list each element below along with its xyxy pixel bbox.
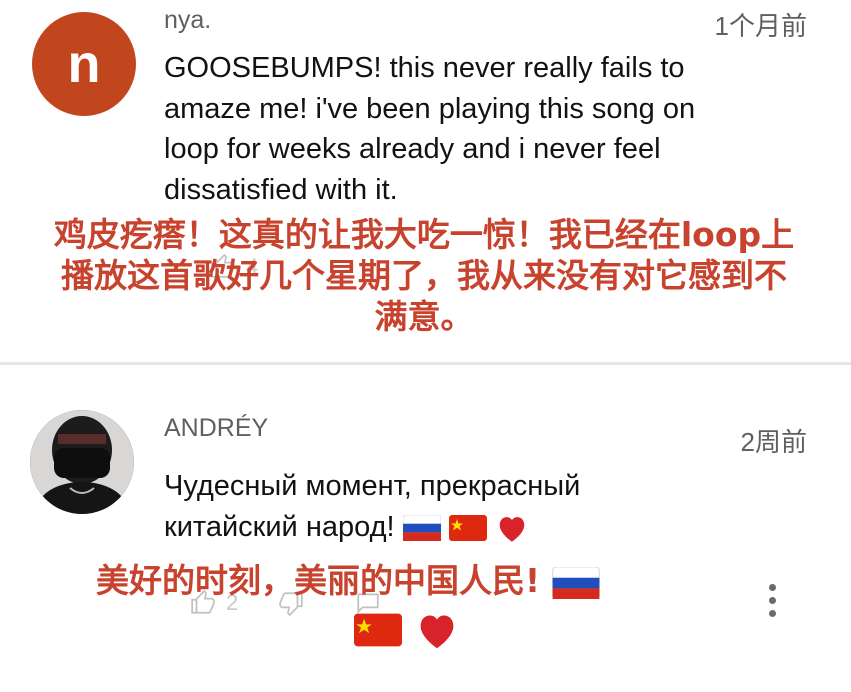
comment-text: GOOSEBUMPS! this never really fails to a… [164, 48, 784, 210]
avatar-letter: n [67, 34, 101, 94]
comment-author[interactable]: nya. [164, 6, 211, 35]
more-dot [768, 584, 776, 591]
comment-time[interactable]: 1个月前 [715, 6, 807, 43]
translation-line: 播放这首歌好几个星期了，我从来没有对它感到不 [61, 256, 787, 295]
comment-text-line: loop for weeks already and i never feel [164, 133, 661, 165]
translation-overlay: 鸡皮疙瘩！这真的让我大吃一惊！我已经在loop上 播放这首歌好几个星期了，我从来… [6, 214, 842, 337]
translation-overlay: 美好的时刻，美丽的中国人民! [96, 560, 756, 650]
more-dot [768, 610, 776, 617]
translation-line-wrap [96, 607, 756, 650]
comment-item: n nya. 1个月前 GOOSEBUMPS! this never reall… [0, 0, 851, 362]
translation-line-wrap: 美好的时刻，美丽的中国人民! [96, 560, 756, 601]
comment-text-line-wrap: китайский народ! [164, 507, 784, 548]
china-flag-icon [354, 613, 402, 646]
comment-text-line: GOOSEBUMPS! this never really fails to [164, 52, 685, 84]
avatar-photo [30, 410, 134, 514]
comment-item: ANDRÉY 2周前 Чудесный момент, прекрасный к… [0, 366, 851, 692]
comment-text-line: dissatisfied with it. [164, 173, 398, 206]
red-heart-icon [420, 614, 453, 648]
comment-text-line: китайский народ! [164, 510, 395, 543]
translation-line: 鸡皮疙瘩！这真的让我大吃一惊！我已经在loop上 [53, 215, 795, 254]
more-dot [768, 597, 776, 604]
comment-text-line: amaze me! i've been playing this song on [164, 92, 696, 125]
translation-line: 满意。 [374, 297, 474, 336]
comment-time[interactable]: 2周前 [741, 422, 807, 459]
comment-author[interactable]: ANDRÉY [164, 414, 268, 443]
comment-divider [0, 362, 851, 365]
translation-line: 美好的时刻，美丽的中国人民! [96, 561, 541, 600]
russia-flag-icon [551, 566, 600, 599]
russia-flag-icon [402, 514, 441, 541]
red-heart-icon [499, 516, 525, 542]
china-flag-icon [448, 514, 487, 541]
avatar[interactable]: n [32, 12, 136, 116]
comment-text: Чудесный момент, прекрасный китайский на… [164, 466, 784, 547]
comment-text-line: Чудесный момент, прекрасный [164, 470, 581, 502]
more-vert-icon[interactable] [767, 584, 777, 617]
avatar[interactable] [30, 410, 134, 514]
